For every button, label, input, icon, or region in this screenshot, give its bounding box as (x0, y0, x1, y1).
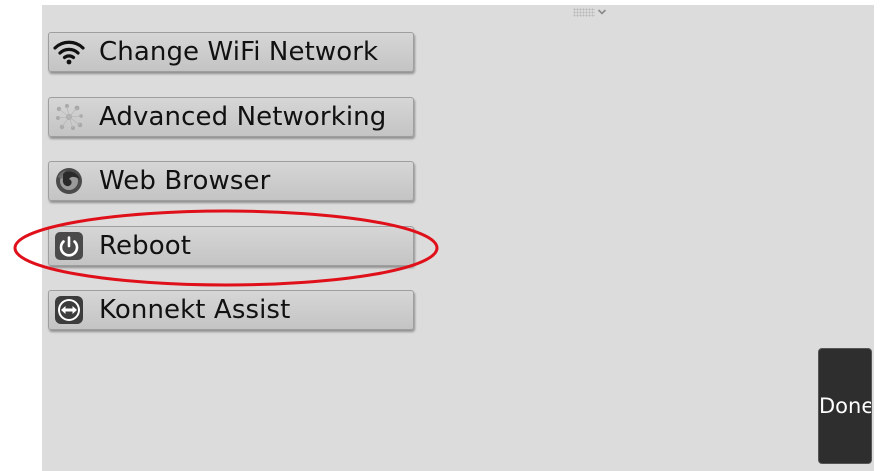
menu-item-label: Web Browser (99, 166, 271, 196)
power-icon (53, 230, 85, 262)
wifi-icon (53, 36, 85, 68)
menu-item-label: Advanced Networking (99, 102, 387, 132)
menu-item-label: Reboot (99, 231, 192, 261)
done-label: Done (819, 394, 872, 418)
konnekt-assist-button[interactable]: Konnekt Assist (48, 290, 414, 330)
grip-dots-icon (573, 7, 595, 17)
network-icon (53, 101, 85, 133)
browser-icon (53, 165, 85, 197)
menu-item-label: Konnekt Assist (99, 295, 291, 325)
done-button[interactable]: Done (818, 348, 872, 464)
reboot-button[interactable]: Reboot (48, 226, 414, 266)
change-wifi-network-button[interactable]: Change WiFi Network (48, 32, 414, 72)
chevron-down-icon (597, 9, 607, 15)
remote-assist-icon (53, 294, 85, 326)
advanced-networking-button[interactable]: Advanced Networking (48, 97, 414, 137)
pull-down-handle[interactable] (573, 5, 609, 19)
web-browser-button[interactable]: Web Browser (48, 161, 414, 201)
menu-item-label: Change WiFi Network (99, 37, 379, 67)
